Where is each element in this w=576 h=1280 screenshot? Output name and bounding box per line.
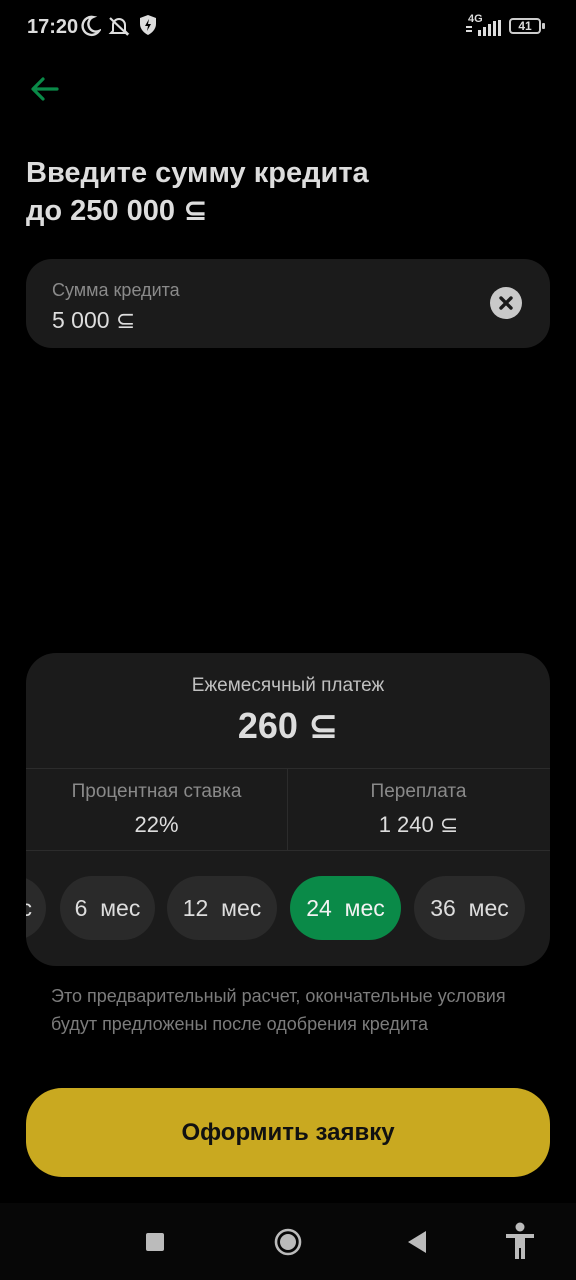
- monthly-payment-label: Ежемесячный платеж: [191, 675, 385, 696]
- divider: [26, 768, 550, 769]
- status-time: 17:20: [27, 16, 79, 38]
- status-bar: 17:20 4G 41: [0, 0, 576, 56]
- payment-calculator: Ежемесячный платеж 260 ⊆ Процентная став…: [26, 653, 550, 966]
- divider: [26, 850, 550, 851]
- recents-button[interactable]: [146, 1233, 164, 1251]
- overpayment: Переплата 1 240 ⊆: [288, 781, 549, 838]
- arrow-left-icon: [31, 77, 59, 101]
- signal-icon: [466, 20, 501, 36]
- interest-rate-value: 22%: [134, 812, 179, 837]
- notifications-off-icon: [108, 17, 130, 36]
- monthly-payment-value: 260 ⊆: [237, 705, 339, 746]
- triangle-back-icon: [408, 1231, 426, 1253]
- clear-button[interactable]: [490, 287, 522, 319]
- accessibility-icon: [506, 1222, 534, 1259]
- submit-application-button[interactable]: Оформить заявку: [26, 1088, 550, 1177]
- moon-icon: [81, 15, 101, 37]
- back-button[interactable]: [26, 70, 66, 110]
- home-button[interactable]: [273, 1227, 303, 1257]
- shield-icon: [140, 15, 156, 35]
- battery-level: 41: [518, 19, 532, 33]
- term-option-6[interactable]: 6 мес: [60, 876, 155, 940]
- term-option-36[interactable]: 36 мес: [414, 876, 525, 940]
- term-selector[interactable]: 3 мес 6 мес 12 мес 24 мес 36 мес: [26, 876, 550, 942]
- overpayment-value: 1 240 ⊆: [378, 812, 459, 837]
- battery-cap: [542, 23, 545, 29]
- disclaimer-line1: Это предварительный расчет, окончательны…: [51, 986, 506, 1006]
- page-title: Введите сумму кредита до 250 000 ⊆: [26, 154, 546, 230]
- overpayment-label: Переплата: [370, 781, 467, 802]
- accessibility-button[interactable]: [503, 1221, 537, 1261]
- page-title-line1: Введите сумму кредита: [26, 157, 369, 189]
- disclaimer-line2: будут предложены после одобрения кредита: [51, 1014, 428, 1034]
- page-title-line2: до 250 000 ⊆: [26, 195, 208, 227]
- interest-rate: Процентная ставка 22%: [26, 781, 287, 838]
- amount-input[interactable]: [52, 307, 472, 334]
- close-icon: [499, 296, 513, 310]
- amount-label: Сумма кредита: [52, 280, 180, 300]
- interest-rate-label: Процентная ставка: [71, 781, 242, 802]
- term-option-24[interactable]: 24 мес: [290, 876, 401, 940]
- home-circle-icon: [274, 1228, 302, 1256]
- term-option-12[interactable]: 12 мес: [167, 876, 277, 940]
- battery-icon: 41: [509, 18, 541, 34]
- amount-field[interactable]: Сумма кредита: [26, 259, 550, 348]
- term-option-3[interactable]: 3 мес: [26, 876, 46, 940]
- system-nav-bar: [0, 1203, 576, 1280]
- disclaimer: Это предварительный расчет, окончательны…: [51, 982, 576, 1038]
- back-nav-button[interactable]: [406, 1230, 428, 1254]
